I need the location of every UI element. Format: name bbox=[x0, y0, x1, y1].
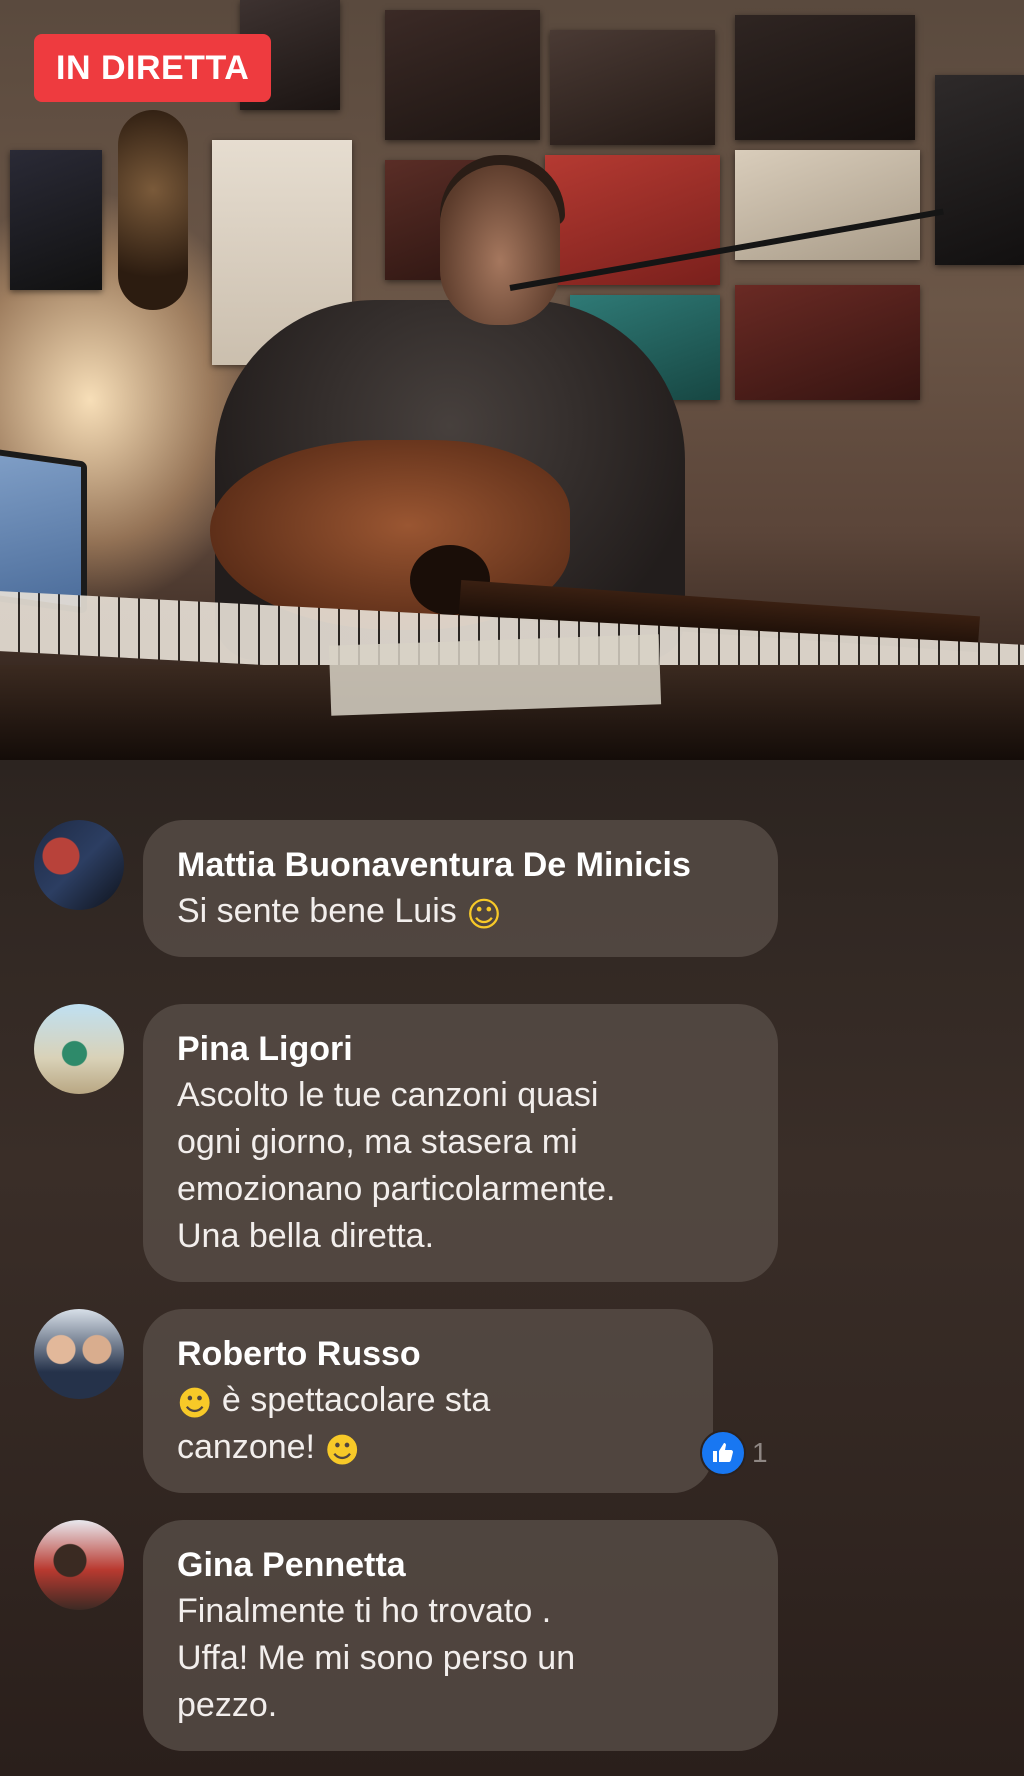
comments-feed[interactable]: Mattia Buonaventura De Minicis Si sente … bbox=[0, 760, 1024, 1776]
comment-line: Finalmente ti ho trovato . bbox=[177, 1592, 552, 1630]
comment-author[interactable]: Roberto Russo bbox=[177, 1331, 679, 1377]
comment-author[interactable]: Mattia Buonaventura De Minicis bbox=[177, 842, 744, 888]
wall-poster bbox=[735, 285, 920, 400]
comment-line-text: canzone! bbox=[177, 1428, 315, 1466]
comment-author[interactable]: Pina Ligori bbox=[177, 1026, 744, 1072]
slightly-smiling-face-icon: ☺ bbox=[466, 895, 502, 935]
reaction-summary[interactable]: 1 bbox=[700, 1430, 768, 1476]
wall-clock bbox=[118, 110, 188, 310]
performer-head bbox=[440, 165, 560, 325]
comment-line-text: è spettacolare sta bbox=[221, 1381, 491, 1419]
avatar[interactable] bbox=[34, 1004, 124, 1094]
comment-line: Ascolto le tue canzoni quasi bbox=[177, 1076, 599, 1114]
comment-bubble[interactable]: Gina Pennetta Finalmente ti ho trovato .… bbox=[143, 1520, 778, 1751]
comment-line: ogni giorno, ma stasera mi bbox=[177, 1123, 578, 1161]
comment-line: Una bella diretta. bbox=[177, 1217, 435, 1255]
wall-poster bbox=[10, 150, 102, 290]
thumbs-up-icon bbox=[700, 1430, 746, 1476]
comment-bubble[interactable]: Pina Ligori Ascolto le tue canzoni quasi… bbox=[143, 1004, 778, 1282]
wall-poster bbox=[935, 75, 1024, 265]
comment-bubble[interactable]: Roberto Russo ☻ è spettacolare sta canzo… bbox=[143, 1309, 713, 1493]
avatar[interactable] bbox=[34, 1520, 124, 1610]
comment-text: Si sente bene Luis ☺ bbox=[177, 888, 744, 935]
live-video[interactable]: IN DIRETTA bbox=[0, 0, 1024, 760]
live-badge: IN DIRETTA bbox=[34, 34, 272, 102]
comment-line: pezzo. bbox=[177, 1686, 278, 1724]
avatar[interactable] bbox=[34, 820, 124, 910]
comment-line: emozionano particolarmente. bbox=[177, 1170, 616, 1208]
wall-poster bbox=[550, 30, 715, 145]
laptop bbox=[0, 448, 87, 614]
like-count: 1 bbox=[752, 1437, 768, 1468]
grinning-face-icon: ☻ bbox=[177, 1384, 213, 1424]
music-sheet bbox=[328, 634, 662, 716]
comment-line: canzone! ☻ bbox=[177, 1424, 679, 1471]
comment-line: Si sente bene Luis bbox=[177, 892, 457, 930]
comment-line: ☻ è spettacolare sta bbox=[177, 1377, 679, 1424]
wall-poster bbox=[735, 15, 915, 140]
wall-poster bbox=[385, 10, 540, 140]
comment-author[interactable]: Gina Pennetta bbox=[177, 1542, 744, 1588]
comment-bubble[interactable]: Mattia Buonaventura De Minicis Si sente … bbox=[143, 820, 778, 957]
grinning-face-icon: ☻ bbox=[324, 1431, 360, 1471]
avatar[interactable] bbox=[34, 1309, 124, 1399]
comment-line: Uffa! Me mi sono perso un bbox=[177, 1639, 576, 1677]
